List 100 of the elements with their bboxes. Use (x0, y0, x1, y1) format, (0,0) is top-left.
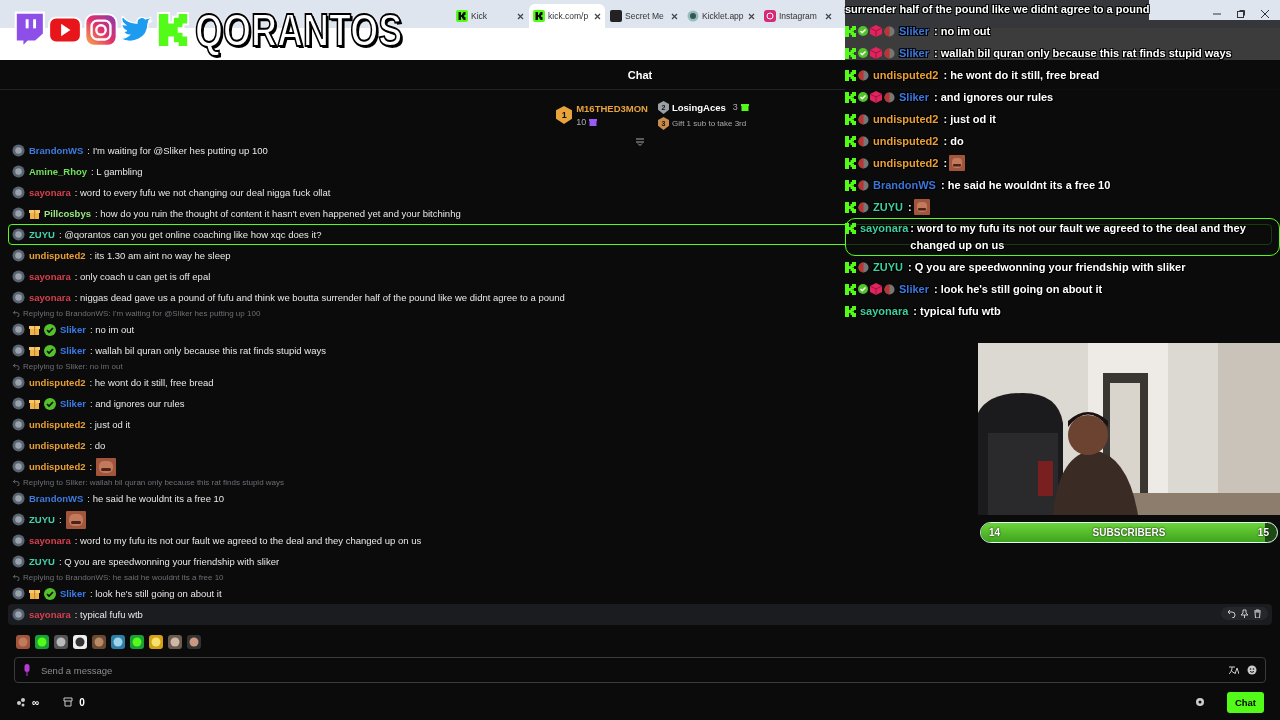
emote-icon[interactable] (54, 635, 68, 649)
message-text: : he said he wouldnt its a free 10 (87, 493, 225, 504)
message-text: : he wont do it still, free bread (89, 377, 214, 388)
emote-icon[interactable] (130, 635, 144, 649)
emoji-icon[interactable] (1247, 665, 1257, 675)
message-text: : word to my fufu its not our fault we agreed to the deal and they changed up on us (74, 535, 422, 546)
username: sayonara (860, 305, 909, 317)
username: BrandonWS (873, 179, 936, 191)
message-text: : L gambling (91, 166, 143, 177)
username[interactable]: undisputed2 (29, 377, 86, 388)
store-icon[interactable] (63, 697, 74, 707)
username[interactable]: Amine_Rhoy (29, 166, 88, 177)
reply-icon[interactable] (1227, 609, 1236, 618)
translate-icon[interactable] (1228, 665, 1239, 675)
username: ZUYU (873, 201, 903, 213)
message-text: : do (89, 440, 106, 451)
leaderboard-name[interactable]: LosingAces (671, 101, 726, 113)
username[interactable]: sayonara (29, 187, 71, 198)
message-text: : wallah bil quran only because this rat finds stupid ways (89, 345, 326, 356)
username[interactable]: undisputed2 (29, 250, 86, 261)
kick-icon (845, 157, 856, 169)
leaderboard-name[interactable]: M16THED3MON (576, 103, 648, 114)
username: undisputed2 (873, 69, 939, 81)
close-icon[interactable] (825, 12, 832, 20)
close-icon[interactable] (517, 12, 524, 20)
reply-text: Replying to BrandonWS: I'm waiting for @Sliker hes putting up 100 (23, 309, 261, 318)
avatar-icon (12, 165, 25, 178)
close-icon[interactable] (1260, 9, 1270, 19)
browser-tab[interactable]: kick.com/p (529, 4, 605, 28)
username: undisputed2 (873, 157, 939, 169)
username[interactable]: ZUYU (29, 229, 55, 240)
points-icon[interactable] (16, 697, 26, 707)
avatar-icon (12, 608, 25, 621)
settings-icon[interactable] (1194, 697, 1205, 707)
browser-tab[interactable]: Secret Me (606, 4, 682, 28)
delete-icon[interactable] (1253, 609, 1262, 618)
message-text: : only coach u can get is off epal (74, 271, 211, 282)
close-icon[interactable] (748, 12, 755, 20)
browser-tab[interactable]: Kicklet.app (683, 4, 759, 28)
username[interactable]: undisputed2 (29, 461, 86, 472)
username[interactable]: Sliker (60, 324, 86, 335)
scroll-down-icon[interactable] (635, 138, 645, 146)
close-icon[interactable] (594, 12, 601, 20)
leaderboard-hint: Gift 1 sub to take 3rd (671, 118, 747, 128)
emote-icon[interactable] (111, 635, 125, 649)
username: Sliker (899, 25, 929, 37)
kick-icon (845, 25, 856, 37)
emote-icon[interactable] (35, 635, 49, 649)
username[interactable]: sayonara (29, 271, 71, 282)
kick-icon (845, 283, 856, 295)
pin-icon[interactable] (1240, 609, 1249, 618)
username[interactable]: undisputed2 (29, 440, 86, 451)
emote-icon (949, 155, 966, 171)
username[interactable]: ZUYU (29, 514, 55, 525)
username[interactable]: Pillcosbys (44, 208, 91, 219)
username[interactable]: Sliker (60, 398, 86, 409)
message-text: : no im out (933, 23, 991, 39)
username[interactable]: undisputed2 (29, 419, 86, 430)
kick-icon (845, 47, 856, 59)
reply-icon (12, 479, 20, 486)
emote-icon[interactable] (73, 635, 87, 649)
emote-icon[interactable] (168, 635, 182, 649)
browser-tab[interactable]: Kick (452, 4, 528, 28)
avatar-icon (12, 418, 25, 431)
username[interactable]: Sliker (60, 588, 86, 599)
avatar-icon (12, 460, 25, 473)
message-text: : typical fufu wtb (74, 609, 143, 620)
username: Sliker (899, 47, 929, 59)
restore-icon[interactable] (1236, 9, 1246, 19)
username[interactable]: sayonara (29, 292, 71, 303)
microphone-icon[interactable] (23, 664, 31, 676)
avatar-icon (12, 144, 25, 157)
username[interactable]: sayonara (29, 535, 71, 546)
reply-icon (12, 310, 20, 317)
avatar-icon (12, 291, 25, 304)
username[interactable]: sayonara (29, 609, 71, 620)
username[interactable]: BrandonWS (29, 145, 84, 156)
tab-favicon-icon (610, 10, 622, 22)
message-field[interactable]: Send a message (39, 663, 1220, 677)
reply-text: Replying to Sliker: no im out (23, 362, 123, 371)
message-text: : Q you are speedwonning your friendship with sliker (907, 259, 1186, 275)
emote-icon[interactable] (187, 635, 201, 649)
username: undisputed2 (873, 135, 939, 147)
gift-icon (589, 118, 598, 126)
emote-icon (65, 510, 86, 529)
avatar-icon (12, 534, 25, 547)
browser-tab[interactable]: Instagram (760, 4, 836, 28)
username[interactable]: Sliker (60, 345, 86, 356)
tab-favicon-icon (456, 10, 468, 22)
avatar-icon (12, 555, 25, 568)
message-composer[interactable]: Send a message (14, 657, 1266, 683)
emote-icon (96, 457, 117, 476)
kick-icon (845, 201, 856, 213)
message-text: : and ignores our rules (89, 398, 185, 409)
chat-title: Chat (627, 68, 653, 81)
reply-text: Replying to BrandonWS: he said he wouldnt its a free 10 (23, 573, 224, 582)
username[interactable]: BrandonWS (29, 493, 84, 504)
chat-send-button[interactable]: Chat (1226, 691, 1264, 713)
username[interactable]: ZUYU (29, 556, 55, 567)
close-icon[interactable] (671, 12, 678, 20)
